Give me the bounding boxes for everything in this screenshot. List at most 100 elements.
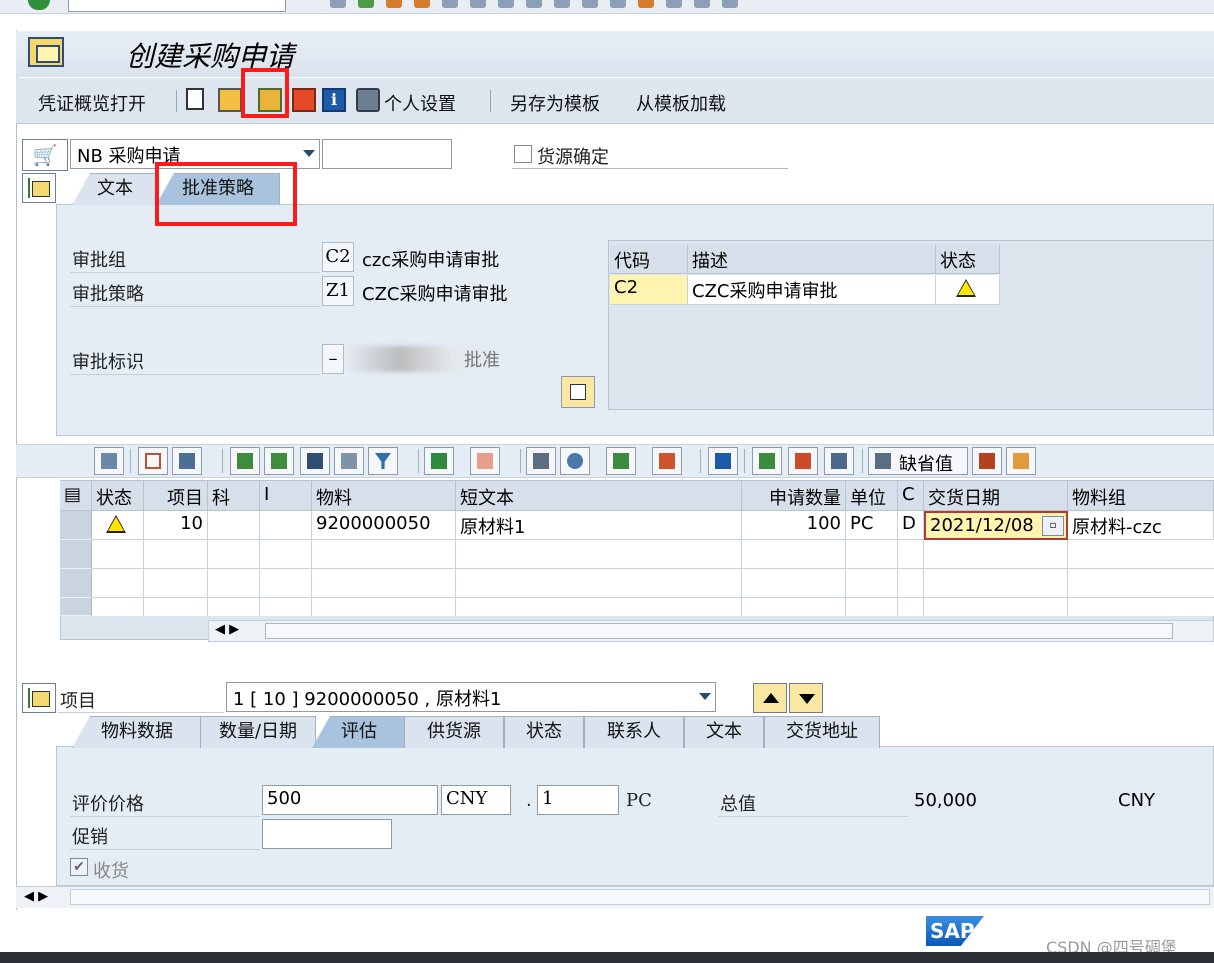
hand-icon[interactable]: [824, 447, 854, 475]
help-icon[interactable]: [694, 0, 710, 8]
row-material[interactable]: 9200000050: [312, 511, 456, 540]
scroll-thumb[interactable]: [265, 623, 1173, 639]
funnel-icon[interactable]: [368, 447, 398, 475]
column-header-qty[interactable]: 申请数量: [742, 481, 846, 511]
currency-input[interactable]: CNY: [441, 785, 511, 815]
select-all-icon[interactable]: ▤: [60, 481, 92, 511]
row-selector[interactable]: [60, 511, 92, 540]
row-item[interactable]: 10: [144, 511, 208, 540]
calendar-icon[interactable]: ▫: [1042, 516, 1064, 536]
row-selector[interactable]: [60, 598, 92, 616]
view-icon[interactable]: [560, 447, 590, 475]
new-session-icon[interactable]: [638, 0, 654, 8]
info-icon[interactable]: [708, 447, 738, 475]
shortcut-icon[interactable]: [666, 0, 682, 8]
scroll-thumb[interactable]: [70, 889, 1210, 905]
row-unit[interactable]: PC: [846, 511, 898, 540]
align-top-icon[interactable]: [230, 447, 260, 475]
row-material-group[interactable]: 原材料-czc: [1068, 511, 1214, 540]
overview-icon[interactable]: [561, 376, 595, 408]
personal-settings-icon[interactable]: [356, 88, 380, 112]
cart-icon[interactable]: 🛒: [22, 139, 68, 171]
column-header-status[interactable]: 状态: [92, 481, 144, 511]
tab-contact-person[interactable]: 联系人: [584, 716, 684, 748]
find-icon[interactable]: [470, 0, 486, 8]
back-icon[interactable]: [358, 0, 374, 8]
details-icon[interactable]: [94, 447, 124, 475]
info-icon[interactable]: i: [322, 88, 346, 112]
copy-icon[interactable]: [138, 447, 168, 475]
horizontal-scrollbar[interactable]: ◀ ▶: [208, 620, 1214, 642]
column-header-short-text[interactable]: 短文本: [456, 481, 742, 511]
row-qty[interactable]: 100: [742, 511, 846, 540]
column-header-item[interactable]: 项目: [144, 481, 208, 511]
upload-icon[interactable]: [752, 447, 782, 475]
layout-menu-icon[interactable]: [722, 0, 738, 8]
tab-quantity-date[interactable]: 数量/日期: [200, 716, 316, 748]
promotion-input[interactable]: [262, 819, 392, 849]
item-select[interactable]: 1 [ 10 ] 9200000050 , 原材料1: [226, 682, 716, 712]
column-header-i[interactable]: I: [260, 481, 312, 511]
last-page-icon[interactable]: [610, 0, 626, 8]
tab-status[interactable]: 状态: [504, 716, 584, 748]
save-icon[interactable]: [330, 0, 346, 8]
find-next-icon[interactable]: [498, 0, 514, 8]
column-header-desc[interactable]: 描述: [688, 244, 936, 274]
tab-delivery-address[interactable]: 交货地址: [764, 716, 880, 748]
find-next-icon[interactable]: [334, 447, 364, 475]
new-document-icon[interactable]: [186, 88, 204, 110]
export-icon[interactable]: [606, 447, 636, 475]
command-field[interactable]: [68, 0, 286, 12]
prev-page-icon[interactable]: [554, 0, 570, 8]
collapse-header-icon[interactable]: [22, 173, 56, 203]
valuation-price-input[interactable]: 500: [262, 785, 438, 815]
column-header-unit[interactable]: 单位: [846, 481, 898, 511]
export-file-icon[interactable]: [1006, 447, 1036, 475]
first-page-icon[interactable]: [526, 0, 542, 8]
exit-icon[interactable]: [386, 0, 402, 8]
column-header-status[interactable]: 状态: [936, 244, 1000, 274]
next-item-button[interactable]: [789, 683, 823, 713]
row-acct[interactable]: [208, 511, 260, 540]
chevron-down-icon[interactable]: [699, 693, 711, 700]
row-selector[interactable]: [60, 540, 92, 569]
tab-material-data[interactable]: 物料数据: [72, 716, 202, 748]
default-values-button[interactable]: 缺省值: [868, 447, 968, 475]
layout-icon[interactable]: [652, 447, 682, 475]
settings-icon[interactable]: [788, 447, 818, 475]
row-selector[interactable]: [60, 569, 92, 598]
previous-item-button[interactable]: [753, 683, 787, 713]
tab-source-of-supply[interactable]: 供货源: [404, 716, 504, 748]
tab-texts[interactable]: 文本: [684, 716, 764, 748]
subtotal-icon[interactable]: [470, 447, 500, 475]
collapse-item-detail-icon[interactable]: [22, 683, 56, 713]
column-header-delivery-date[interactable]: 交货日期: [924, 481, 1068, 511]
print-icon[interactable]: [442, 0, 458, 8]
column-header-c[interactable]: C: [898, 481, 924, 511]
bottom-scrollbar[interactable]: ◀ ▶: [16, 886, 1214, 908]
row-short-text[interactable]: 原材料1: [456, 511, 742, 540]
scroll-left-icon[interactable]: ◀ ▶: [215, 622, 239, 637]
column-header-material[interactable]: 物料: [312, 481, 456, 511]
print-icon[interactable]: [526, 447, 556, 475]
check-icon[interactable]: [292, 88, 316, 112]
cancel-icon[interactable]: [414, 0, 430, 8]
next-page-icon[interactable]: [582, 0, 598, 8]
row-delivery-date[interactable]: 2021/12/08 ▫: [924, 511, 1068, 540]
find-icon[interactable]: [300, 447, 330, 475]
scroll-left-icon[interactable]: ◀ ▶: [24, 889, 48, 904]
personal-settings-button[interactable]: 个人设置: [384, 90, 456, 116]
document-overview-button[interactable]: 凭证概览打开: [38, 90, 146, 116]
sum-icon[interactable]: [424, 447, 454, 475]
status-row-code[interactable]: C2: [610, 275, 688, 305]
list-icon[interactable]: [972, 447, 1002, 475]
column-header-acct[interactable]: 科: [208, 481, 260, 511]
filter-icon[interactable]: [264, 447, 294, 475]
row-c[interactable]: D: [898, 511, 924, 540]
chevron-down-icon[interactable]: [303, 150, 315, 157]
price-unit-input[interactable]: 1: [537, 785, 619, 815]
goods-receipt-checkbox[interactable]: ✔: [70, 858, 88, 876]
load-from-template-button[interactable]: 从模板加载: [636, 90, 726, 116]
hold-icon[interactable]: [218, 88, 242, 112]
delete-icon[interactable]: [172, 447, 202, 475]
